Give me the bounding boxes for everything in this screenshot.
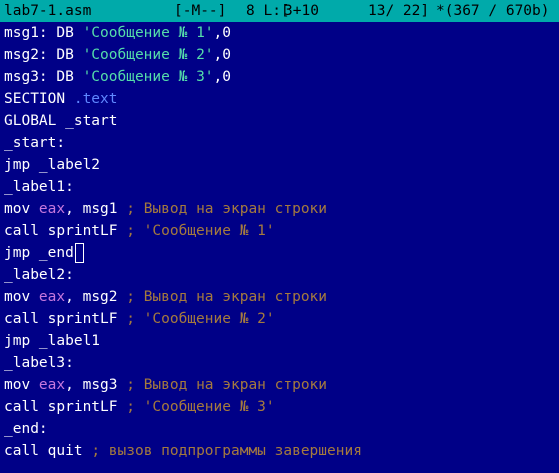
- text-editor-window[interactable]: lab7-1.asm [-M--] 8 L:[ 3+10 13/ 22] *(3…: [0, 0, 559, 473]
- code-line[interactable]: mov eax, msg1 ; Вывод на экран строки: [4, 198, 327, 220]
- comment-token: ; 'Сообщение № 3': [126, 399, 275, 415]
- comment-token: ; вызов подпрограммы завершения: [91, 443, 362, 459]
- code-token: call quit: [4, 443, 92, 459]
- code-line[interactable]: jmp _label2: [4, 154, 100, 176]
- code-line[interactable]: msg2: DB 'Сообщение № 2',0: [4, 44, 231, 66]
- code-token: , msg3: [65, 377, 127, 393]
- editor-status-bar: lab7-1.asm [-M--] 8 L:[ 3+10 13/ 22] *(3…: [0, 0, 559, 22]
- status-cursor-position: 3+10: [284, 3, 319, 19]
- code-line[interactable]: mov eax, msg3 ; Вывод на экран строки: [4, 374, 327, 396]
- comment-token: ; Вывод на экран строки: [126, 377, 328, 393]
- code-token: _label1:: [4, 179, 74, 195]
- register-token: eax: [38, 377, 66, 393]
- code-token: call sprintLF: [4, 223, 127, 239]
- code-line[interactable]: msg3: DB 'Сообщение № 3',0: [4, 66, 231, 88]
- status-lines: 13/ 22]: [368, 3, 430, 19]
- code-token: , msg1: [65, 201, 127, 217]
- string-literal: 'Сообщение № 2': [82, 47, 214, 63]
- code-token: ,0: [213, 47, 231, 63]
- code-line[interactable]: _end:: [4, 418, 48, 440]
- code-token: ,0: [213, 69, 231, 85]
- code-token: call sprintLF: [4, 399, 127, 415]
- code-token: mov: [4, 289, 39, 305]
- code-line[interactable]: _label1:: [4, 176, 74, 198]
- code-line[interactable]: GLOBAL _start: [4, 110, 118, 132]
- code-token: call sprintLF: [4, 311, 127, 327]
- code-token: _label2:: [4, 267, 74, 283]
- code-token: , msg2: [65, 289, 127, 305]
- code-token: ,0: [213, 25, 231, 41]
- code-line[interactable]: call sprintLF ; 'Сообщение № 3': [4, 396, 275, 418]
- code-token: jmp _label1: [4, 333, 101, 349]
- code-line[interactable]: _label2:: [4, 264, 74, 286]
- status-char-info: *(367 / 670b): [436, 3, 550, 19]
- code-line[interactable]: call quit ; вызов подпрограммы завершени…: [4, 440, 362, 462]
- register-token: eax: [38, 289, 66, 305]
- code-token: jmp _label2: [4, 157, 101, 173]
- code-line[interactable]: jmp _label1: [4, 330, 100, 352]
- code-token: mov: [4, 201, 39, 217]
- string-literal: 'Сообщение № 3': [82, 69, 214, 85]
- status-flags: [-M--]: [174, 3, 227, 19]
- code-token: SECTION: [4, 91, 74, 107]
- code-line[interactable]: _start:: [4, 132, 65, 154]
- register-token: eax: [38, 201, 66, 217]
- code-token: msg3: DB: [4, 69, 83, 85]
- code-token: _start:: [4, 135, 66, 151]
- code-line[interactable]: msg1: DB 'Сообщение № 1',0: [4, 22, 231, 44]
- section-name: .text: [73, 91, 118, 107]
- text-cursor: [74, 243, 84, 263]
- comment-token: ; Вывод на экран строки: [126, 289, 328, 305]
- status-filename: lab7-1.asm: [4, 3, 92, 19]
- comment-token: ; 'Сообщение № 1': [126, 223, 275, 239]
- comment-token: ; Вывод на экран строки: [126, 201, 328, 217]
- code-line[interactable]: mov eax, msg2 ; Вывод на экран строки: [4, 286, 327, 308]
- string-literal: 'Сообщение № 1': [82, 25, 214, 41]
- code-token: jmp _end: [4, 245, 74, 261]
- code-line[interactable]: SECTION .text: [4, 88, 118, 110]
- code-token: GLOBAL _start: [4, 113, 118, 129]
- code-line[interactable]: _label3:: [4, 352, 74, 374]
- code-token: mov: [4, 377, 39, 393]
- code-token: _end:: [4, 421, 48, 437]
- code-token: msg1: DB: [4, 25, 83, 41]
- code-line[interactable]: call sprintLF ; 'Сообщение № 2': [4, 308, 275, 330]
- code-token: _label3:: [4, 355, 74, 371]
- code-line[interactable]: call sprintLF ; 'Сообщение № 1': [4, 220, 275, 242]
- comment-token: ; 'Сообщение № 2': [126, 311, 275, 327]
- code-line[interactable]: jmp _end: [4, 242, 84, 264]
- code-token: msg2: DB: [4, 47, 83, 63]
